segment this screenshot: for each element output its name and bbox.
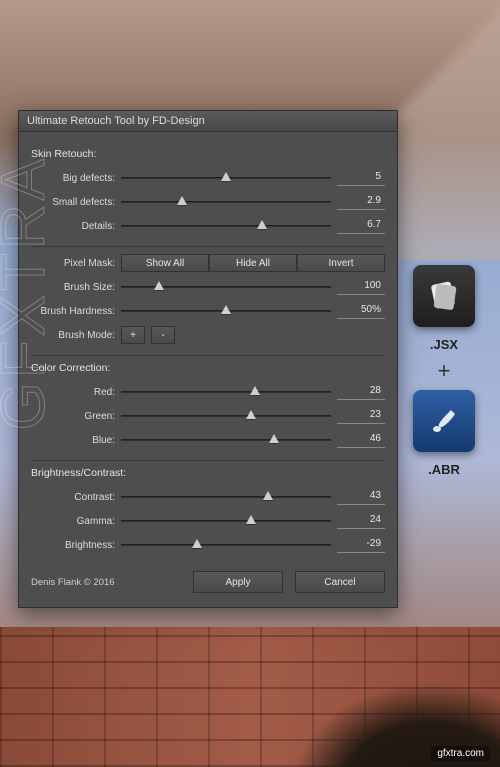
apply-button[interactable]: Apply — [193, 571, 283, 593]
value-gamma[interactable]: 24 — [337, 513, 385, 529]
brush-minus-button[interactable]: - — [151, 326, 175, 344]
brush-icon — [427, 404, 461, 438]
abr-file-icon — [413, 390, 475, 452]
copyright-text: Denis Flank © 2016 — [31, 577, 181, 588]
label-blue: Blue: — [31, 435, 115, 446]
row-brightness: Brightness: -29 — [31, 533, 385, 557]
value-brush-size[interactable]: 100 — [337, 279, 385, 295]
label-green: Green: — [31, 411, 115, 422]
value-details[interactable]: 6.7 — [337, 218, 385, 234]
slider-blue[interactable] — [121, 433, 331, 447]
hide-all-button[interactable]: Hide All — [209, 254, 297, 272]
plus-icon: + — [438, 360, 451, 382]
slider-brush-hardness[interactable] — [121, 304, 331, 318]
slider-green[interactable] — [121, 409, 331, 423]
row-details: Details: 6.7 — [31, 214, 385, 238]
dialog-body: Skin Retouch: Big defects: 5 Small defec… — [19, 132, 397, 607]
row-small-defects: Small defects: 2.9 — [31, 190, 385, 214]
label-pixel-mask: Pixel Mask: — [31, 258, 115, 269]
label-contrast: Contrast: — [31, 492, 115, 503]
row-brush-size: Brush Size: 100 — [31, 275, 385, 299]
row-gamma: Gamma: 24 — [31, 509, 385, 533]
file-icons: .JSX + .ABR — [408, 265, 480, 477]
divider — [31, 355, 385, 356]
show-all-button[interactable]: Show All — [121, 254, 209, 272]
slider-big-defects[interactable] — [121, 171, 331, 185]
row-blue: Blue: 46 — [31, 428, 385, 452]
section-header-color: Color Correction: — [31, 362, 385, 374]
divider — [31, 246, 385, 247]
slider-red[interactable] — [121, 385, 331, 399]
dialog-titlebar[interactable]: Ultimate Retouch Tool by FD-Design — [19, 111, 397, 132]
divider — [31, 460, 385, 461]
row-big-defects: Big defects: 5 — [31, 166, 385, 190]
label-big-defects: Big defects: — [31, 173, 115, 184]
row-brush-mode: Brush Mode: + - — [31, 323, 385, 347]
site-badge: gfxtra.com — [431, 746, 490, 761]
label-brightness: Brightness: — [31, 540, 115, 551]
label-details: Details: — [31, 221, 115, 232]
label-brush-mode: Brush Mode: — [31, 330, 115, 341]
value-small-defects[interactable]: 2.9 — [337, 194, 385, 210]
value-blue[interactable]: 46 — [337, 432, 385, 448]
label-red: Red: — [31, 387, 115, 398]
value-big-defects[interactable]: 5 — [337, 170, 385, 186]
dialog-footer: Denis Flank © 2016 Apply Cancel — [31, 571, 385, 593]
slider-small-defects[interactable] — [121, 195, 331, 209]
slider-details[interactable] — [121, 219, 331, 233]
row-pixel-mask: Pixel Mask: Show All Hide All Invert — [31, 251, 385, 275]
value-brush-hardness[interactable]: 50% — [337, 303, 385, 319]
cancel-button[interactable]: Cancel — [295, 571, 385, 593]
value-green[interactable]: 23 — [337, 408, 385, 424]
value-brightness[interactable]: -29 — [337, 537, 385, 553]
row-red: Red: 28 — [31, 380, 385, 404]
row-brush-hardness: Brush Hardness: 50% — [31, 299, 385, 323]
slider-brightness[interactable] — [121, 538, 331, 552]
label-brush-hardness: Brush Hardness: — [31, 306, 115, 317]
slider-brush-size[interactable] — [121, 280, 331, 294]
slider-contrast[interactable] — [121, 490, 331, 504]
invert-button[interactable]: Invert — [297, 254, 385, 272]
row-green: Green: 23 — [31, 404, 385, 428]
section-header-bc: Brightness/Contrast: — [31, 467, 385, 479]
abr-label: .ABR — [428, 462, 460, 477]
brush-plus-button[interactable]: + — [121, 326, 145, 344]
script-icon — [427, 279, 461, 313]
value-contrast[interactable]: 43 — [337, 489, 385, 505]
label-brush-size: Brush Size: — [31, 282, 115, 293]
jsx-label: .JSX — [430, 337, 458, 352]
value-red[interactable]: 28 — [337, 384, 385, 400]
row-contrast: Contrast: 43 — [31, 485, 385, 509]
retouch-dialog: Ultimate Retouch Tool by FD-Design Skin … — [18, 110, 398, 608]
slider-gamma[interactable] — [121, 514, 331, 528]
label-small-defects: Small defects: — [31, 197, 115, 208]
jsx-file-icon — [413, 265, 475, 327]
label-gamma: Gamma: — [31, 516, 115, 527]
section-header-skin: Skin Retouch: — [31, 148, 385, 160]
